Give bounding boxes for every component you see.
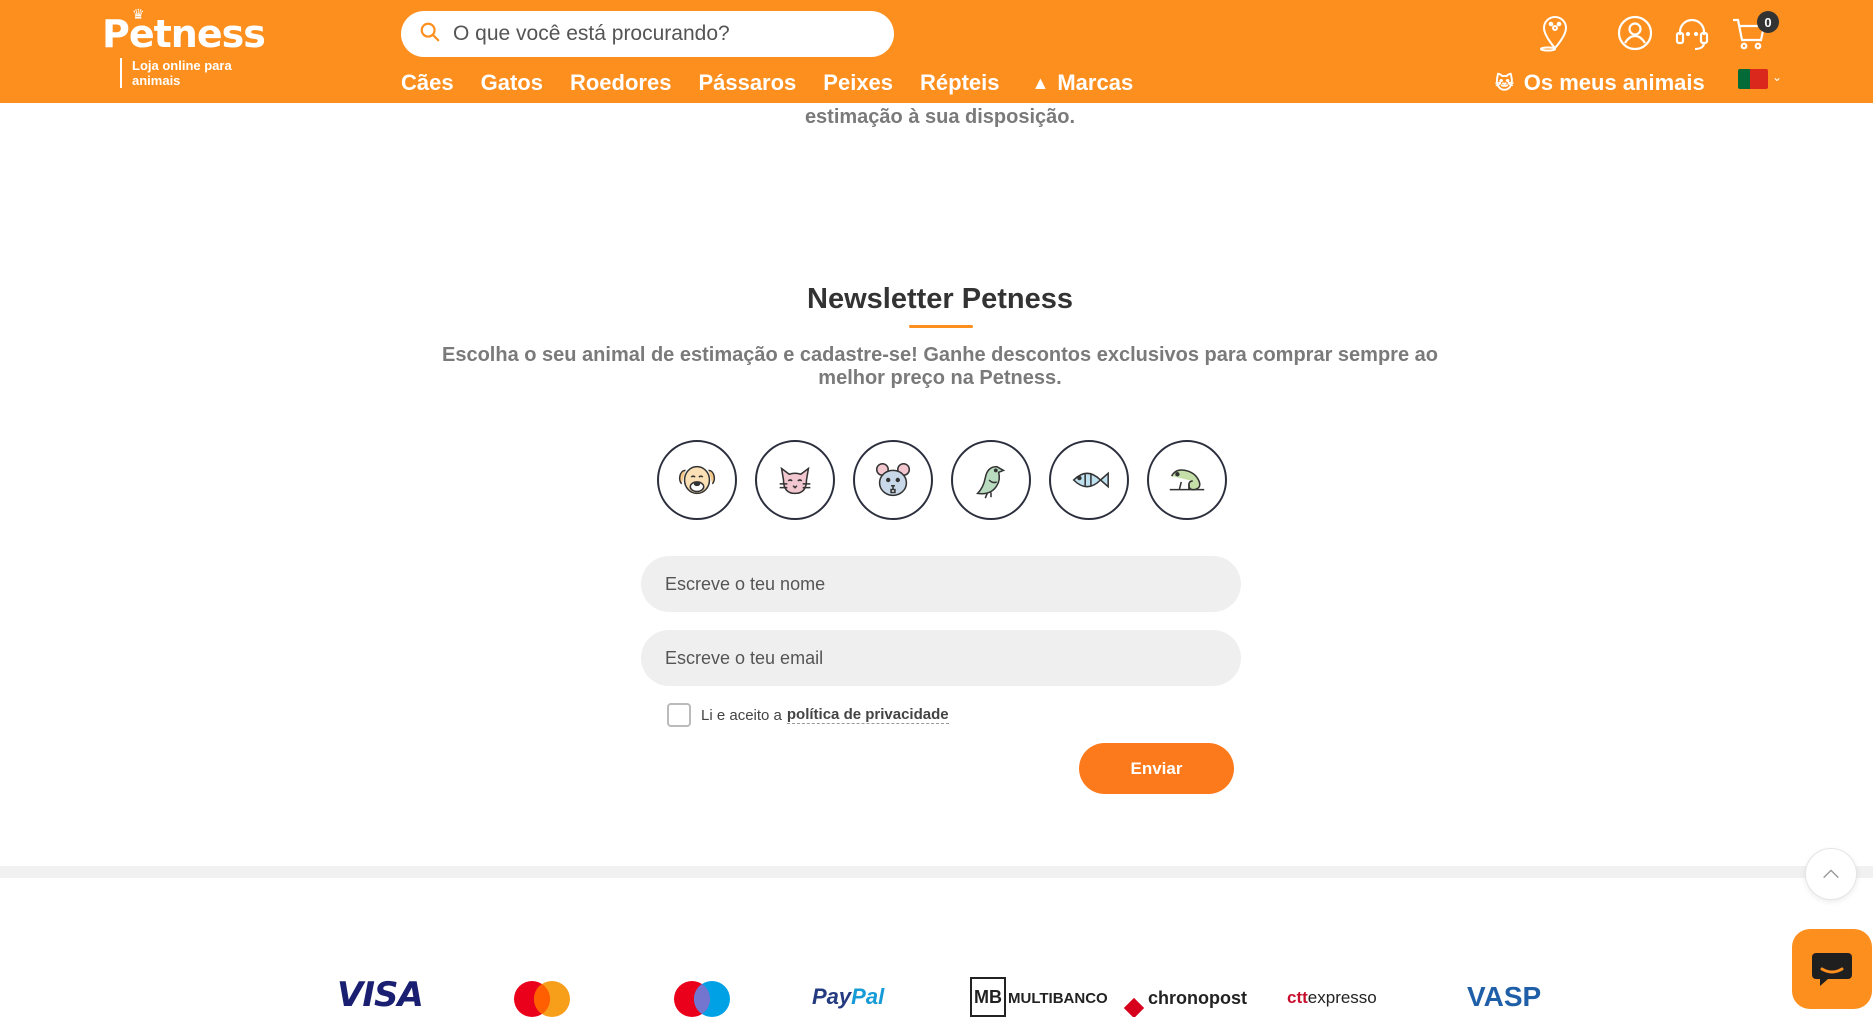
vasp-logo: VASP — [1467, 981, 1542, 1012]
reptile-icon — [1169, 469, 1205, 491]
pet-option-cat[interactable] — [755, 440, 835, 520]
privacy-consent: Li e aceito a política de privacidade — [667, 703, 949, 727]
chronopost-text: chronopost — [1148, 988, 1247, 1008]
nav-item-gatos[interactable]: Gatos — [481, 70, 543, 96]
scroll-to-top-button[interactable] — [1805, 848, 1857, 900]
newsletter-subtitle: Escolha o seu animal de estimação e cada… — [442, 344, 1438, 389]
pet-option-fish[interactable] — [1049, 440, 1129, 520]
ctt-text: ctt — [1287, 988, 1308, 1007]
mastercard-logo — [510, 968, 574, 1017]
nav-item-caes[interactable]: Cães — [401, 70, 454, 96]
email-field[interactable] — [641, 630, 1241, 686]
pet-option-reptile[interactable] — [1147, 440, 1227, 520]
pet-option-dog[interactable] — [657, 440, 737, 520]
logo[interactable]: ♛ Petness Loja online para animais — [102, 6, 266, 88]
nav-item-roedores[interactable]: Roedores — [570, 70, 671, 96]
logo-wordmark: Petness — [102, 12, 266, 56]
chevron-down-icon[interactable]: ⌄ — [1772, 70, 1782, 84]
portugal-flag-icon[interactable] — [1738, 69, 1768, 89]
store-locator-icon[interactable] — [1536, 14, 1574, 52]
search-input[interactable]: O que você está procurando? — [453, 22, 730, 46]
nav-item-passaros[interactable]: Pássaros — [698, 70, 796, 96]
crown-icon: ♛ — [132, 6, 145, 22]
site-header: ♛ Petness Loja online para animais O que… — [0, 0, 1873, 103]
maestro-logo — [670, 968, 734, 1017]
name-field[interactable] — [641, 556, 1241, 612]
consent-checkbox[interactable] — [667, 703, 691, 727]
newsletter-title: Newsletter Petness — [807, 283, 1073, 315]
submit-button[interactable]: Enviar — [1079, 743, 1234, 794]
cat-icon — [779, 466, 811, 495]
multibanco-logo: MB MULTIBANCO — [970, 968, 1108, 1017]
chronopost-cube-icon — [1123, 997, 1145, 1017]
dog-icon — [678, 465, 716, 495]
multibanco-mark: MB — [970, 977, 1006, 1017]
rodent-icon — [875, 462, 911, 497]
privacy-policy-link[interactable]: política de privacidade — [786, 706, 949, 724]
search-icon — [419, 21, 441, 48]
ctt-expresso-logo: ctt expresso — [1287, 968, 1377, 1017]
nav-item-peixes[interactable]: Peixes — [823, 70, 893, 96]
fish-icon — [1072, 471, 1109, 489]
nav-item-repteis[interactable]: Répteis — [920, 70, 999, 96]
support-headset-icon[interactable] — [1673, 14, 1711, 52]
multibanco-text: MULTIBANCO — [1008, 990, 1108, 1007]
expresso-text: expresso — [1307, 988, 1377, 1007]
section-divider — [0, 866, 1873, 878]
cart-count-badge: 0 — [1757, 11, 1779, 33]
pet-option-rodent[interactable] — [853, 440, 933, 520]
visa-logo: VISA — [337, 975, 424, 1015]
chevron-up-icon — [1823, 869, 1839, 879]
search-bar[interactable]: O que você está procurando? — [401, 11, 894, 57]
pet-selector — [657, 440, 1227, 520]
nav-item-marcas[interactable]: ▲ Marcas — [1032, 70, 1134, 96]
consent-text: Li e aceito a — [701, 706, 782, 724]
my-pets-label: Os meus animais — [1523, 70, 1705, 95]
payment-shipping-logos: VISA Pay Pal MB MULTIBANCO chronopost ctt e… — [0, 968, 1873, 1017]
nav-item-marcas-label: Marcas — [1057, 70, 1134, 95]
shapes-icon: ▲ — [1031, 72, 1050, 93]
paypal-logo-part-b: Pal — [851, 984, 885, 1009]
paypal-logo-part-a: Pay — [812, 984, 852, 1009]
paypal-logo: Pay Pal — [812, 968, 884, 1017]
cat-head-icon: 🐱︎ — [1495, 72, 1514, 93]
my-pets-link[interactable]: 🐱︎ Os meus animais — [1495, 70, 1705, 96]
pet-option-bird[interactable] — [951, 440, 1031, 520]
account-icon[interactable] — [1616, 14, 1654, 52]
logo-tagline: Loja online para animais — [120, 58, 250, 88]
section-text-partial: estimação à sua disposição. — [804, 106, 1076, 128]
chronopost-logo: chronopost — [1123, 968, 1247, 1017]
bird-icon — [975, 465, 1006, 499]
main-nav: Cães Gatos Roedores Pássaros Peixes Répt… — [401, 70, 1160, 96]
title-underline — [909, 325, 973, 328]
